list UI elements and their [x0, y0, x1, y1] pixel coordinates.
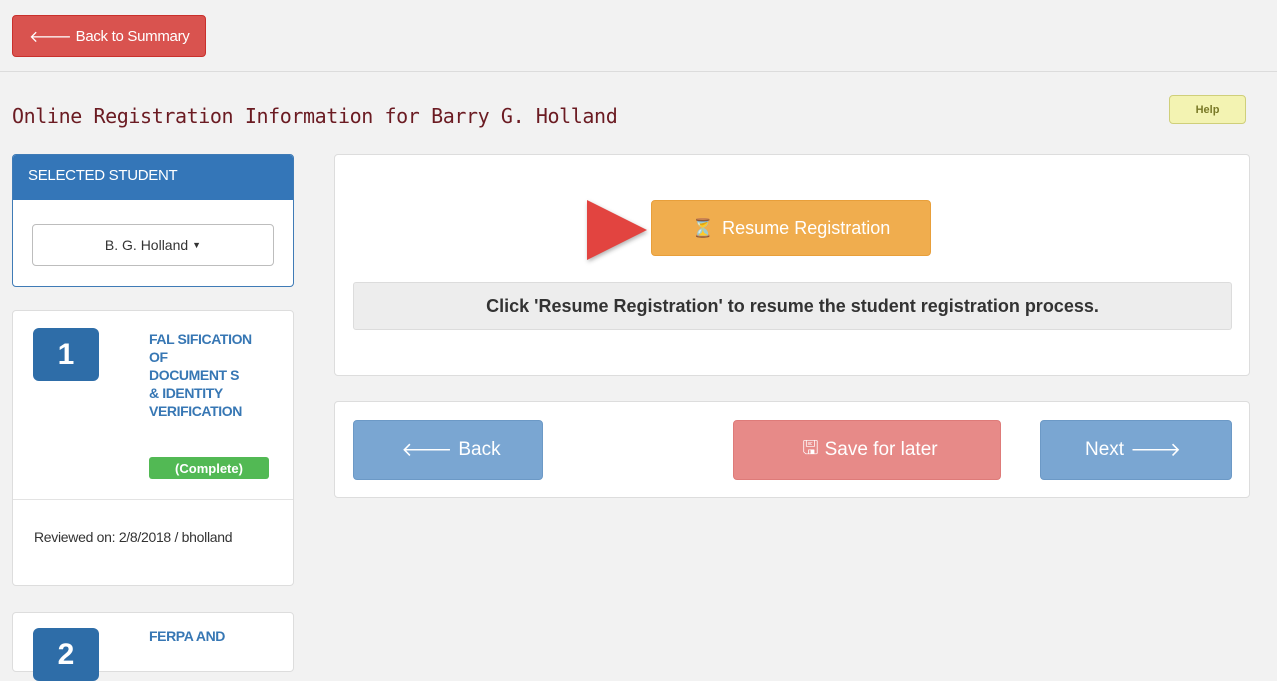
arrow-right-icon: 🡒 — [1130, 440, 1182, 461]
complete-status-badge: (Complete) — [149, 457, 269, 479]
back-to-summary-button[interactable]: 🡐 Back to Summary — [12, 15, 206, 57]
caret-down-icon: ▼ — [192, 240, 202, 250]
next-label: Next — [1084, 439, 1125, 460]
arrow-left-icon: 🡐 — [401, 440, 453, 461]
student-selector-dropdown[interactable]: B. G. Holland ▼ — [32, 224, 274, 266]
step-card-2[interactable]: 2 FERPA AND — [12, 612, 294, 681]
arrow-left-icon: 🡐 — [29, 28, 72, 46]
resume-registration-label: Resume Registration — [722, 217, 891, 238]
save-icon: 🖫 — [802, 438, 819, 459]
hourglass-icon: ⏳ — [691, 217, 715, 238]
navigation-panel: 🡐 Back 🖫 Save for later Next 🡒 — [334, 401, 1250, 498]
pointer-arrow-icon — [587, 200, 647, 260]
back-button[interactable]: 🡐 Back — [353, 420, 543, 480]
student-selector-value: B. G. Holland — [104, 237, 189, 253]
page-title: Online Registration Information for Barr… — [12, 104, 618, 128]
step-divider — [13, 499, 293, 500]
selected-student-heading: SELECTED STUDENT — [13, 155, 293, 200]
save-for-later-button[interactable]: 🖫 Save for later — [733, 420, 1001, 480]
save-for-later-label: Save for later — [824, 439, 938, 460]
step-title-line: FAL SIFICATION — [149, 331, 252, 347]
reviewed-info: Reviewed on: 2/8/2018 / bholland — [34, 529, 233, 545]
step-title[interactable]: FAL SIFICATION OF DOCUMENT S & IDENTITY … — [149, 330, 294, 420]
back-to-summary-label: Back to Summary — [75, 27, 190, 45]
step-title-line: VERIFICATION — [149, 403, 242, 419]
step-title[interactable]: FERPA AND — [149, 627, 294, 645]
step-number-badge: 2 — [33, 628, 99, 681]
resume-instruction-message: Click 'Resume Registration' to resume th… — [353, 282, 1232, 330]
next-button[interactable]: Next 🡒 — [1040, 420, 1232, 480]
top-bar: 🡐 Back to Summary — [0, 0, 1277, 72]
resume-registration-button[interactable]: ⏳ Resume Registration — [651, 200, 931, 256]
selected-student-panel: SELECTED STUDENT B. G. Holland ▼ — [12, 154, 294, 287]
step-title-line: OF — [149, 349, 168, 365]
step-card-1[interactable]: 1 FAL SIFICATION OF DOCUMENT S & IDENTIT… — [12, 310, 294, 586]
step-title-line: DOCUMENT S — [149, 367, 240, 383]
back-label: Back — [458, 439, 501, 460]
step-number-badge: 1 — [33, 328, 99, 381]
step-title-line: FERPA AND — [149, 628, 225, 644]
help-button[interactable]: Help — [1169, 95, 1246, 124]
resume-panel: ⏳ Resume Registration Click 'Resume Regi… — [334, 154, 1250, 376]
step-title-line: & IDENTITY — [149, 385, 223, 401]
